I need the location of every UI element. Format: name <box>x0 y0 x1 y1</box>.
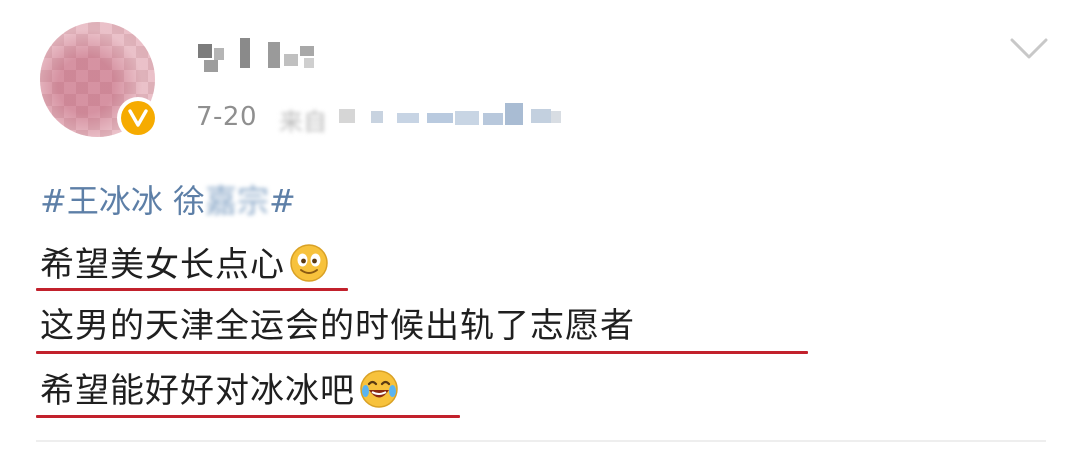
line-2-text: 这男的天津全运会的时候出轨了志愿者 <box>40 306 635 346</box>
collapse-button[interactable] <box>1006 30 1052 70</box>
line-1-text: 希望美女长点心 <box>40 245 285 285</box>
chevron-down-icon <box>1010 38 1048 59</box>
hashtag-link[interactable]: #王冰冰 徐嘉宗# <box>40 176 296 222</box>
hashtag-redacted-text: 嘉宗 <box>205 182 270 220</box>
post-text-line-3: 希望能好好对冰冰吧 <box>40 363 399 418</box>
post-date: 7-20 <box>196 102 258 132</box>
check-v-icon <box>128 109 148 127</box>
post-source-redacted[interactable]: 来自 <box>279 97 579 137</box>
post-text-line-1: 希望美女长点心 <box>40 237 329 292</box>
weibo-post-card: 7-20 来自 #王冰冰 徐嘉宗# 希望美女长点心 这男的天津全运会的时候出轨了… <box>0 0 1080 451</box>
smile-emoji-icon <box>289 243 329 292</box>
source-label: 来自 <box>279 108 328 136</box>
laugh-cry-emoji-icon <box>359 369 399 418</box>
red-underline-3 <box>36 415 460 418</box>
red-underline-2 <box>36 351 808 354</box>
post-text-line-2: 这男的天津全运会的时候出轨了志愿者 <box>40 298 635 347</box>
verified-badge-icon <box>117 97 159 139</box>
divider <box>36 440 1046 442</box>
hashtag-suffix: # <box>269 182 296 220</box>
hashtag-text: #王冰冰 徐 <box>40 182 205 220</box>
red-underline-1 <box>36 288 348 291</box>
post-meta: 7-20 来自 <box>196 97 579 137</box>
author-name-redacted[interactable] <box>196 38 326 76</box>
line-3-text: 希望能好好对冰冰吧 <box>40 371 355 411</box>
